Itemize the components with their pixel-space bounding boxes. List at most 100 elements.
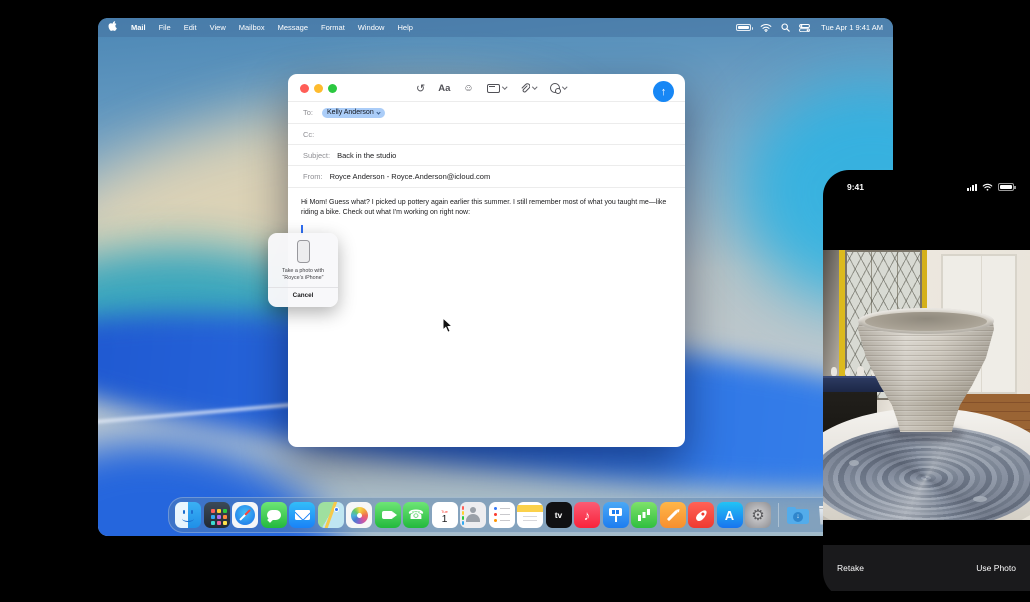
compass-needle: [239, 509, 250, 520]
menu-bar: Mail File Edit View Mailbox Message Form…: [98, 18, 893, 37]
dock-contacts[interactable]: [460, 502, 486, 528]
from-field[interactable]: From: Royce Anderson - Royce.Anderson@ic…: [288, 166, 685, 188]
attach-button[interactable]: [519, 83, 537, 94]
chevron-down-icon: [502, 85, 507, 90]
dock-reminders[interactable]: [489, 502, 515, 528]
dock-facetime[interactable]: [375, 502, 401, 528]
menu-item-edit[interactable]: Edit: [184, 23, 197, 32]
cc-label: Cc:: [303, 130, 314, 139]
battery-icon: [998, 183, 1014, 191]
contacts-tabs: [462, 506, 464, 510]
stage: Mail File Edit View Mailbox Message Form…: [0, 0, 1030, 602]
clay-splat: [849, 460, 859, 466]
bar-chart-icon: [638, 515, 641, 521]
chevron-down-icon: [532, 85, 537, 90]
dock-keynote[interactable]: [603, 502, 629, 528]
wifi-icon[interactable]: [760, 23, 772, 32]
bowl-body: [858, 320, 994, 432]
popover-line1: Take a photo with: [282, 268, 324, 275]
chevron-down-icon: [562, 85, 567, 90]
from-label: From:: [303, 172, 323, 181]
recipient-token[interactable]: Kelly Anderson: [322, 108, 385, 118]
control-center-icon[interactable]: [799, 24, 810, 32]
reminders-dots-icon: [494, 507, 497, 510]
dock-pages[interactable]: [660, 502, 686, 528]
menu-item-message[interactable]: Message: [278, 23, 308, 32]
dock-rocket-app[interactable]: [688, 502, 714, 528]
wifi-icon: [982, 183, 993, 191]
envelope-icon: [295, 510, 310, 520]
dock-downloads[interactable]: ↓: [785, 502, 811, 528]
compose-toolbar: ↺ Aa ☺: [416, 74, 566, 102]
format-button[interactable]: Aa: [438, 83, 450, 94]
iphone-camera-overlay: 9:41: [823, 170, 1030, 598]
subject-value: Back in the studio: [337, 151, 396, 160]
app-store-icon: A: [725, 508, 734, 523]
dock-maps[interactable]: [318, 502, 344, 528]
use-photo-button[interactable]: Use Photo: [976, 563, 1016, 573]
menu-item-file[interactable]: File: [159, 23, 171, 32]
downloads-folder-icon: ↓: [787, 509, 809, 524]
insert-photo-button[interactable]: [550, 83, 567, 93]
continuity-camera-popover: Take a photo with “Royce’s iPhone” Cance…: [268, 233, 338, 307]
menu-item-help[interactable]: Help: [397, 23, 412, 32]
notes-icon: [517, 505, 543, 512]
video-camera-icon: [382, 511, 393, 519]
chevron-down-icon: [376, 110, 380, 114]
cancel-button[interactable]: Cancel: [293, 288, 314, 302]
insert-photo-icon: [550, 83, 560, 93]
safari-compass-icon: [235, 505, 255, 525]
dock-phone[interactable]: ☎: [403, 502, 429, 528]
clay-splat: [973, 496, 987, 502]
dock-notes[interactable]: [517, 502, 543, 528]
subject-label: Subject:: [303, 151, 330, 160]
menu-item-format[interactable]: Format: [321, 23, 345, 32]
menu-item-view[interactable]: View: [210, 23, 226, 32]
battery-icon[interactable]: [736, 24, 751, 31]
shelf-pot: [831, 367, 837, 376]
zoom-button[interactable]: [328, 84, 337, 93]
search-icon[interactable]: [781, 23, 790, 32]
to-field[interactable]: To: Kelly Anderson: [288, 102, 685, 124]
send-button[interactable]: ↑: [653, 81, 674, 102]
retake-button[interactable]: Retake: [837, 563, 864, 573]
dock-messages[interactable]: [261, 502, 287, 528]
header-fields-icon: [487, 84, 500, 93]
dock-photos[interactable]: [346, 502, 372, 528]
close-button[interactable]: [300, 84, 309, 93]
dock-launchpad[interactable]: [204, 502, 230, 528]
dock-finder[interactable]: [175, 502, 201, 528]
dock-calendar[interactable]: Tue1: [432, 502, 458, 528]
menu-item-app[interactable]: Mail: [131, 23, 146, 32]
menu-bar-clock[interactable]: Tue Apr 1 9:41 AM: [821, 23, 883, 32]
dock-numbers[interactable]: [631, 502, 657, 528]
rocket-icon: [694, 508, 708, 522]
menu-bar-left: Mail File Edit View Mailbox Message Form…: [108, 21, 413, 35]
notes-lines: [523, 516, 537, 517]
bowl-interior: [865, 312, 987, 331]
subject-field[interactable]: Subject: Back in the studio: [288, 145, 685, 166]
dock-mail[interactable]: [289, 502, 315, 528]
iphone-status-icons: [967, 183, 1014, 191]
undo-button[interactable]: ↺: [416, 82, 425, 95]
menu-bar-status: Tue Apr 1 9:41 AM: [736, 23, 883, 32]
iphone-clock: 9:41: [847, 182, 864, 192]
minimize-button[interactable]: [314, 84, 323, 93]
dock: ☎ Tue1 tv ♪ A ⚙ ↓: [168, 497, 847, 533]
calendar-day: 1: [442, 514, 448, 525]
emoji-button[interactable]: ☺: [463, 83, 473, 94]
recipient-name: Kelly Anderson: [327, 109, 374, 116]
header-fields-button[interactable]: [487, 84, 507, 93]
message-body[interactable]: Hi Mom! Guess what? I picked up pottery …: [288, 188, 685, 235]
dock-tv[interactable]: tv: [546, 502, 572, 528]
dock-system-settings[interactable]: ⚙: [745, 502, 771, 528]
iphone-status-bar: 9:41: [823, 170, 1030, 192]
cc-field[interactable]: Cc:: [288, 124, 685, 145]
dock-safari[interactable]: [232, 502, 258, 528]
apple-menu-icon[interactable]: [108, 21, 118, 35]
dock-music[interactable]: ♪: [574, 502, 600, 528]
menu-item-mailbox[interactable]: Mailbox: [239, 23, 265, 32]
maps-road-icon: [323, 502, 337, 528]
dock-app-store[interactable]: A: [717, 502, 743, 528]
menu-item-window[interactable]: Window: [358, 23, 385, 32]
